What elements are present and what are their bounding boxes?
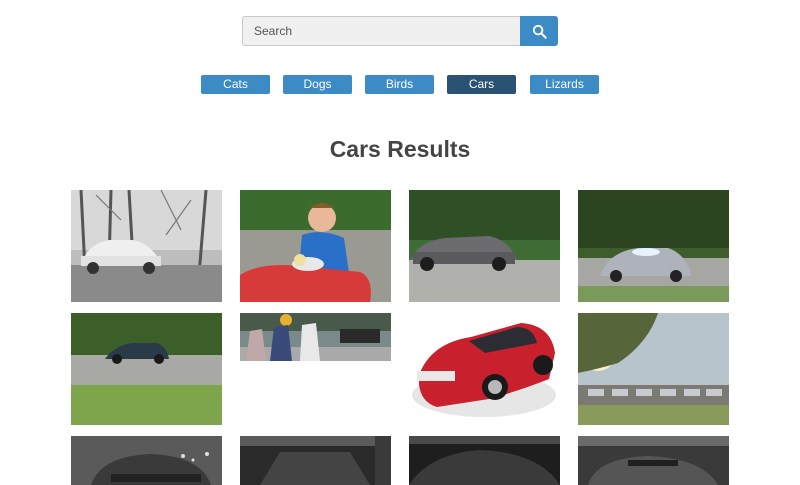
result-image-car-on-road-field[interactable] <box>71 313 222 425</box>
result-image-red-bmw[interactable] <box>409 313 560 425</box>
results-grid <box>0 0 800 485</box>
result-image-boy-toy-car[interactable] <box>240 190 391 302</box>
result-image-bw-car-front[interactable] <box>578 436 729 485</box>
result-image-bw-car-dark[interactable] <box>409 436 560 485</box>
result-image-bw-truck-grille[interactable] <box>71 436 222 485</box>
result-image-bw-car-interior[interactable] <box>240 436 391 485</box>
result-image-silver-convertible[interactable] <box>409 190 560 302</box>
result-image-street-people[interactable] <box>240 313 391 361</box>
result-image-bw-car-forest[interactable] <box>71 190 222 302</box>
result-image-car-park-sunlight[interactable] <box>578 313 729 425</box>
result-image-silver-porsche[interactable] <box>578 190 729 302</box>
